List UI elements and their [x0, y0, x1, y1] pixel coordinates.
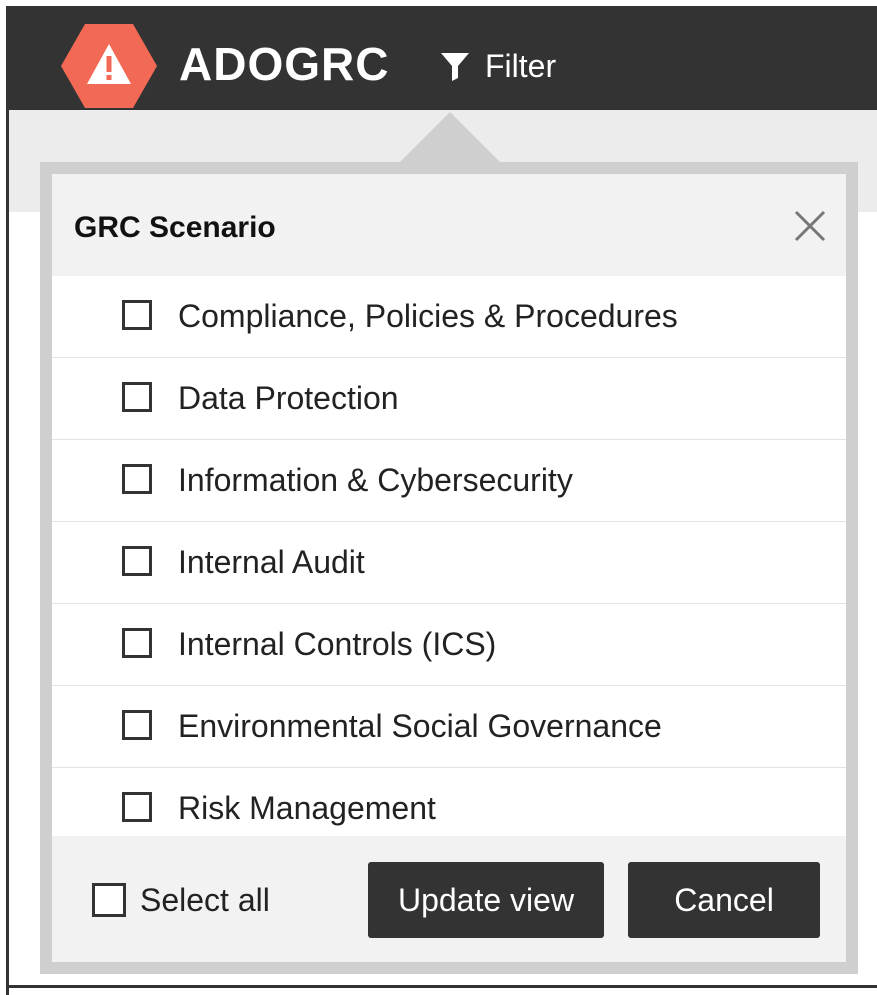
window-border-bottom [6, 985, 877, 988]
checkbox[interactable] [122, 710, 152, 740]
popup-caret [398, 112, 502, 164]
app-header: ADOGRC Filter [9, 6, 877, 110]
popup-body: GRC Scenario Compliance, Policies & Proc… [52, 174, 846, 962]
filter-label: Filter [485, 48, 557, 84]
select-all-label: Select all [140, 882, 270, 918]
option-label: Environmental Social Governance [178, 708, 662, 744]
checkbox[interactable] [122, 628, 152, 658]
cancel-button[interactable]: Cancel [628, 862, 820, 938]
popup-footer: Select all Update view Cancel [52, 836, 846, 962]
option-internal-audit[interactable]: Internal Audit [52, 522, 846, 604]
select-all-checkbox[interactable]: Select all [92, 880, 270, 920]
option-label: Internal Audit [178, 544, 365, 580]
option-label: Internal Controls (ICS) [178, 626, 497, 662]
checkbox[interactable] [122, 382, 152, 412]
checkbox[interactable] [92, 883, 126, 917]
filter-button[interactable]: Filter [439, 44, 556, 88]
checkbox[interactable] [122, 300, 152, 330]
filter-popup: GRC Scenario Compliance, Policies & Proc… [40, 162, 858, 974]
popup-header: GRC Scenario [52, 174, 846, 276]
option-environmental-social-governance[interactable]: Environmental Social Governance [52, 686, 846, 768]
scenario-option-list: Compliance, Policies & Procedures Data P… [52, 276, 846, 849]
option-label: Compliance, Policies & Procedures [178, 298, 678, 334]
checkbox[interactable] [122, 464, 152, 494]
option-internal-controls[interactable]: Internal Controls (ICS) [52, 604, 846, 686]
app-brand: ADOGRC [179, 38, 390, 90]
checkbox[interactable] [122, 546, 152, 576]
checkbox[interactable] [122, 792, 152, 822]
close-icon[interactable] [790, 206, 830, 246]
option-label: Data Protection [178, 380, 399, 416]
filter-icon [441, 53, 469, 81]
option-label: Information & Cybersecurity [178, 462, 573, 498]
option-label: Risk Management [178, 790, 436, 826]
option-data-protection[interactable]: Data Protection [52, 358, 846, 440]
update-view-button[interactable]: Update view [368, 862, 604, 938]
option-information-cybersecurity[interactable]: Information & Cybersecurity [52, 440, 846, 522]
popup-title: GRC Scenario [74, 211, 276, 244]
warning-icon [61, 24, 157, 108]
option-compliance[interactable]: Compliance, Policies & Procedures [52, 276, 846, 358]
